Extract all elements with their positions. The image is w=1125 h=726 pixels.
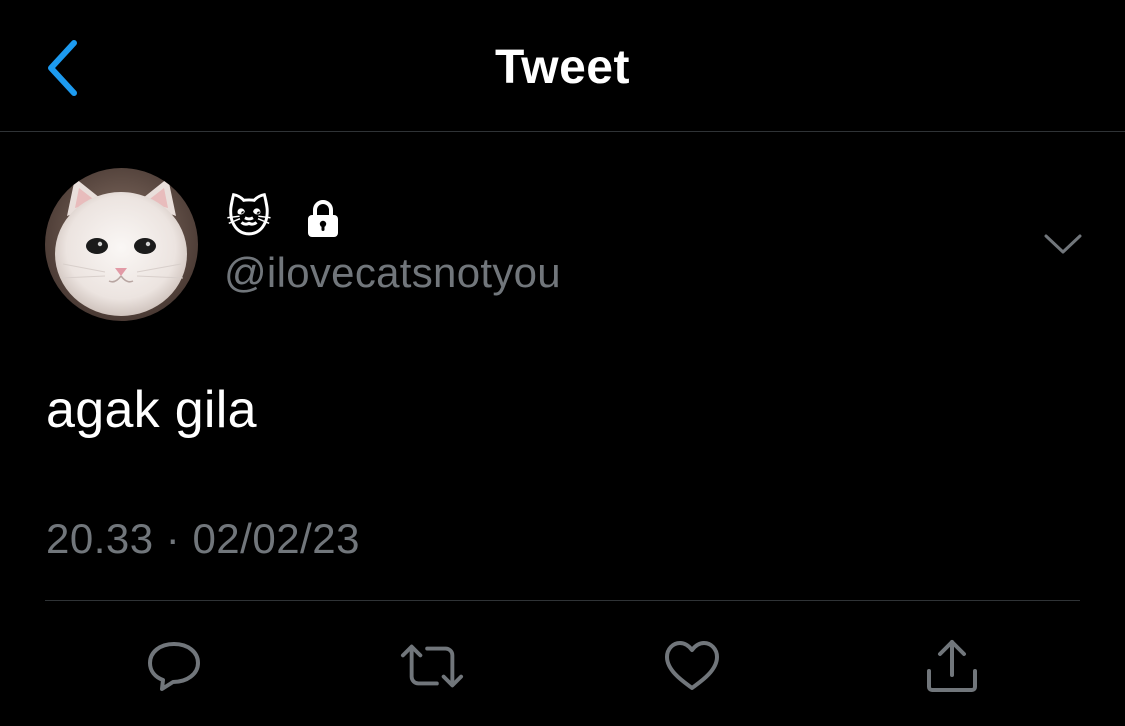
heart-icon <box>665 641 719 690</box>
reply-icon <box>148 642 200 691</box>
lock-icon <box>302 197 344 239</box>
user-handle[interactable]: @ilovecatsnotyou <box>224 246 561 300</box>
retweet-button[interactable] <box>400 634 464 698</box>
chevron-down-icon <box>1044 234 1082 254</box>
tweet-time: 20.33 <box>46 515 154 562</box>
display-name[interactable]: 🐱 <box>226 192 272 244</box>
like-button[interactable] <box>660 634 724 698</box>
tweet-date: 02/02/23 <box>192 515 360 562</box>
share-button[interactable] <box>920 634 984 698</box>
divider <box>45 600 1080 601</box>
avatar[interactable] <box>45 168 198 321</box>
meta-separator: · <box>165 515 181 562</box>
reply-button[interactable] <box>142 634 206 698</box>
tweet-text: agak gila <box>46 381 257 439</box>
share-icon <box>927 640 977 692</box>
author-name-row: 🐱 <box>226 192 344 244</box>
cat-avatar-image <box>45 168 198 321</box>
page-title: Tweet <box>495 41 630 94</box>
more-options-button[interactable] <box>1038 222 1088 266</box>
tweet-timestamp: 20.33 · 02/02/23 <box>46 512 360 566</box>
top-bar: Tweet <box>0 0 1125 132</box>
retweet-icon <box>400 644 464 688</box>
